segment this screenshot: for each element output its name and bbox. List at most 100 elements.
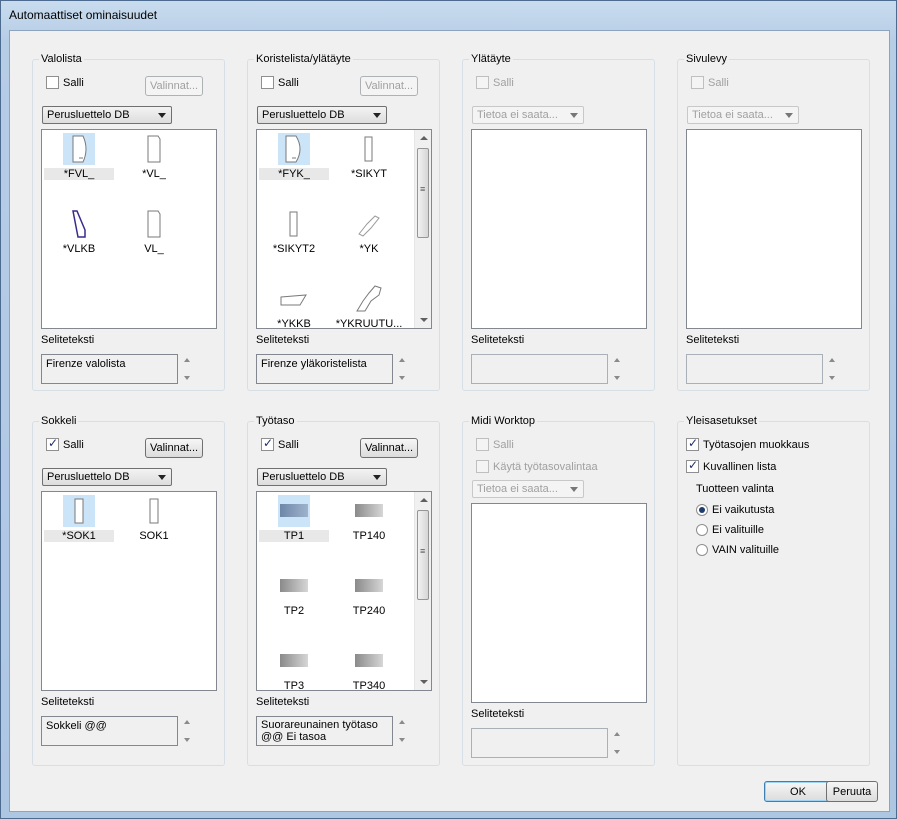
list-item[interactable]: *YKRUUTU... (334, 283, 404, 328)
list-item[interactable]: VL_ (119, 208, 189, 255)
list-item[interactable]: *FVL_ (44, 133, 114, 180)
koristelista-valinnat-button[interactable]: Valinnat... (360, 76, 418, 96)
spin-up-icon[interactable] (399, 720, 405, 724)
sivulevy-dropdown[interactable]: Tietoa ei saata... (687, 106, 799, 124)
koristelista-listbox[interactable]: *FYK_ *SIKYT *SIKYT2 *YK *YKKB *YKRUUTU.… (256, 129, 432, 329)
midi-dropdown[interactable]: Tietoa ei saata... (472, 480, 584, 498)
ylataeyte-dropdown[interactable]: Tietoa ei saata... (472, 106, 584, 124)
checkbox-box[interactable] (476, 438, 489, 451)
list-item[interactable]: *VL_ (119, 133, 189, 180)
koristelista-dropdown[interactable]: Perusluettelo DB (257, 106, 387, 124)
list-item[interactable]: *SIKYT (334, 133, 404, 180)
checkbox-box[interactable] (261, 436, 274, 451)
valolista-salli-checkbox[interactable]: Salli (46, 76, 84, 89)
list-item[interactable]: *YKKB (259, 283, 329, 328)
checkbox-box[interactable] (46, 76, 59, 89)
list-item[interactable]: TP3 (259, 645, 329, 690)
cancel-button[interactable]: Peruuta (826, 781, 878, 802)
ylataeyte-selite-spinner[interactable] (612, 354, 624, 384)
spin-down-icon[interactable] (184, 738, 190, 742)
list-item[interactable]: TP240 (334, 570, 404, 617)
ok-button[interactable]: OK (764, 781, 832, 802)
list-item[interactable]: *YK (334, 208, 404, 255)
tyotaso-dropdown[interactable]: Perusluettelo DB (257, 468, 387, 486)
tyotasojen-muokkaus-checkbox[interactable]: Työtasojen muokkaus (686, 436, 809, 451)
koristelista-salli-checkbox[interactable]: Salli (261, 76, 299, 89)
checkbox-box[interactable] (476, 76, 489, 89)
list-item[interactable]: TP1 (259, 495, 329, 542)
spin-down-icon[interactable] (399, 376, 405, 380)
radio-indicator[interactable] (696, 544, 708, 556)
ylataeyte-listbox[interactable] (471, 129, 647, 329)
scroll-up-icon[interactable] (420, 498, 428, 502)
list-item[interactable]: TP140 (334, 495, 404, 542)
valolista-listbox[interactable]: *FVL_ *VL_ *VLKB VL_ (41, 129, 217, 329)
valolista-selite-field[interactable]: Firenze valolista (41, 354, 178, 384)
koristelista-selite-spinner[interactable] (397, 354, 409, 384)
sivulevy-salli-checkbox[interactable]: Salli (691, 76, 729, 89)
scroll-up-icon[interactable] (420, 136, 428, 140)
valolista-dropdown[interactable]: Perusluettelo DB (42, 106, 172, 124)
list-item[interactable]: TP2 (259, 570, 329, 617)
sivulevy-listbox[interactable] (686, 129, 862, 329)
spin-up-icon[interactable] (399, 358, 405, 362)
radio-indicator[interactable] (696, 524, 708, 536)
radio-indicator[interactable] (696, 504, 708, 516)
list-item[interactable]: *VLKB (44, 208, 114, 255)
sokkeli-valinnat-button[interactable]: Valinnat... (145, 438, 203, 458)
scroll-thumb[interactable] (417, 148, 429, 238)
radio-ei-vaikutusta[interactable]: Ei vaikutusta (696, 504, 774, 516)
list-item[interactable]: *FYK_ (259, 133, 329, 180)
tyotaso-selite-spinner[interactable] (397, 716, 409, 746)
radio-ei-valituille[interactable]: Ei valituille (696, 524, 764, 536)
list-item[interactable]: TP340 (334, 645, 404, 690)
list-item[interactable]: SOK1 (119, 495, 189, 542)
list-item[interactable]: *SOK1 (44, 495, 114, 542)
title-bar[interactable]: Automaattiset ominaisuudet (1, 1, 896, 30)
checkbox-box[interactable] (691, 76, 704, 89)
tyotaso-valinnat-button[interactable]: Valinnat... (360, 438, 418, 458)
scroll-down-icon[interactable] (420, 318, 428, 322)
valolista-selite-spinner[interactable] (182, 354, 194, 384)
checkbox-box[interactable] (261, 76, 274, 89)
list-item[interactable]: *SIKYT2 (259, 208, 329, 255)
checkbox-box[interactable] (686, 458, 699, 473)
sokkeli-listbox[interactable]: *SOK1 SOK1 (41, 491, 217, 691)
tyotaso-salli-checkbox[interactable]: Salli (261, 436, 299, 451)
tyotaso-listbox[interactable]: TP1 TP140 TP2 TP240 TP3 TP340 (256, 491, 432, 691)
midi-salli-checkbox[interactable]: Salli (476, 438, 514, 451)
spin-down-icon[interactable] (614, 376, 620, 380)
spin-up-icon[interactable] (614, 732, 620, 736)
spin-up-icon[interactable] (829, 358, 835, 362)
scroll-down-icon[interactable] (420, 680, 428, 684)
sivulevy-selite-spinner[interactable] (827, 354, 839, 384)
tyotaso-selite-field[interactable]: Suorareunainen työtaso @@ Ei tasoa (256, 716, 393, 746)
midi-listbox[interactable] (471, 503, 647, 703)
koristelista-selite-field[interactable]: Firenze yläkoristelista (256, 354, 393, 384)
checkbox-box[interactable] (686, 436, 699, 451)
spin-down-icon[interactable] (614, 750, 620, 754)
sokkeli-selite-field[interactable]: Sokkeli @@ (41, 716, 178, 746)
radio-vain-valituille[interactable]: VAIN valituille (696, 544, 779, 556)
tyotaso-scrollbar[interactable] (414, 492, 431, 690)
midi-selite-spinner[interactable] (612, 728, 624, 758)
ylataeyte-selite-field[interactable] (471, 354, 608, 384)
checkbox-box[interactable] (46, 436, 59, 451)
koristelista-scrollbar[interactable] (414, 130, 431, 328)
checkbox-box[interactable] (476, 460, 489, 473)
sokkeli-selite-spinner[interactable] (182, 716, 194, 746)
spin-up-icon[interactable] (184, 358, 190, 362)
sivulevy-selite-field[interactable] (686, 354, 823, 384)
sokkeli-dropdown[interactable]: Perusluettelo DB (42, 468, 172, 486)
midi-kayta-checkbox[interactable]: Käytä työtasovalintaa (476, 460, 598, 473)
midi-selite-field[interactable] (471, 728, 608, 758)
spin-up-icon[interactable] (614, 358, 620, 362)
sokkeli-salli-checkbox[interactable]: Salli (46, 436, 84, 451)
spin-down-icon[interactable] (399, 738, 405, 742)
spin-down-icon[interactable] (184, 376, 190, 380)
kuvallinen-lista-checkbox[interactable]: Kuvallinen lista (686, 458, 776, 473)
scroll-thumb[interactable] (417, 510, 429, 600)
ylataeyte-salli-checkbox[interactable]: Salli (476, 76, 514, 89)
spin-up-icon[interactable] (184, 720, 190, 724)
valolista-valinnat-button[interactable]: Valinnat... (145, 76, 203, 96)
